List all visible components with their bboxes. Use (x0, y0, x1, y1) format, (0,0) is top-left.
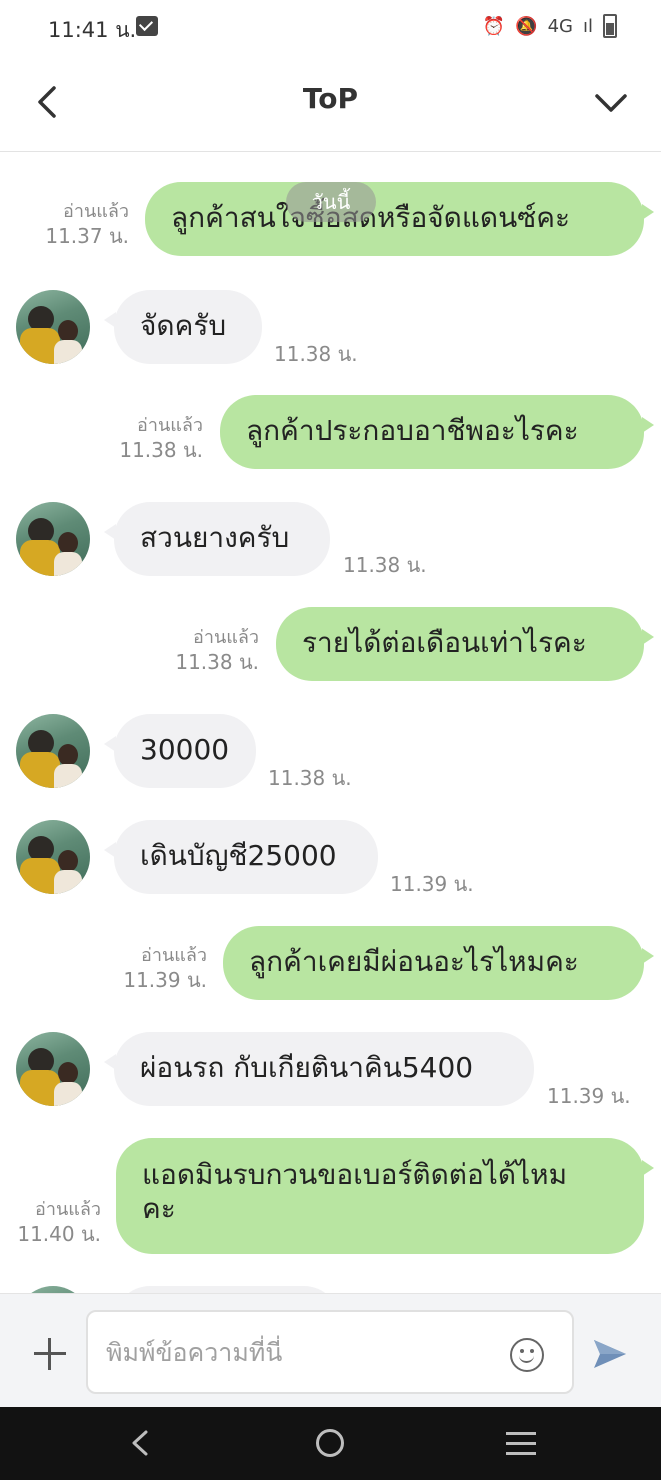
signal-icon: ıl (582, 15, 593, 37)
message-time: 11.40 น. (17, 1222, 101, 1246)
message-time: 11.37 น. (45, 224, 129, 248)
read-receipt: อ่านแล้ว (141, 945, 207, 966)
read-receipt: อ่านแล้ว (35, 1199, 101, 1220)
message-time: 11.39 น. (123, 968, 207, 992)
incoming-message[interactable]: เดินบัญชี25000 (114, 820, 378, 894)
outgoing-message[interactable]: ลูกค้าประกอบอาชีพอะไรคะ (220, 395, 644, 469)
status-icons: ⏰ 🔕 4G ıl (483, 14, 617, 38)
message-input[interactable] (86, 1310, 574, 1394)
message-time: 11.38 น. (119, 438, 203, 462)
system-nav-bar (0, 1407, 661, 1480)
network-type: 4G (547, 15, 573, 37)
message-time: 11.39 น. (390, 872, 474, 896)
incoming-message[interactable] (114, 1286, 340, 1293)
message-meta: อ่านแล้ว 11.40 น. (8, 1198, 101, 1246)
send-icon (594, 1340, 626, 1368)
message-time: 11.39 น. (547, 1084, 631, 1108)
chevron-down-icon (595, 94, 627, 112)
outgoing-message[interactable]: รายได้ต่อเดือนเท่าไรคะ (276, 607, 644, 681)
send-button[interactable] (592, 1338, 628, 1370)
read-receipt: อ่านแล้ว (137, 415, 203, 436)
incoming-message[interactable]: ผ่อนรถ กับเกียตินาคิน5400 (114, 1032, 534, 1106)
avatar[interactable] (16, 502, 90, 576)
outgoing-message[interactable]: ลูกค้าสนใจซื้อสดหรือจัดแดนซ์คะ (145, 182, 644, 256)
battery-icon (603, 14, 617, 38)
message-time: 11.38 น. (268, 766, 352, 790)
bubble-tail (642, 204, 654, 220)
bubble-tail (642, 1160, 654, 1176)
avatar[interactable] (16, 1286, 90, 1293)
bubble-tail (642, 948, 654, 964)
incoming-message[interactable]: สวนยางครับ (114, 502, 330, 576)
message-time: 11.38 น. (175, 650, 259, 674)
header-menu-button[interactable] (591, 82, 631, 122)
read-receipt: อ่านแล้ว (63, 201, 129, 222)
bubble-tail (642, 417, 654, 433)
avatar[interactable] (16, 290, 90, 364)
message-time: 11.38 น. (274, 342, 358, 366)
chat-title[interactable]: ToP (0, 82, 661, 115)
outgoing-message[interactable]: แอดมินรบกวนขอเบอร์ติดต่อได้ไหม คะ (116, 1138, 644, 1254)
message-input-bar (0, 1293, 661, 1408)
message-meta: อ่านแล้ว 11.39 น. (114, 944, 207, 992)
status-time: 11:41 น. (48, 18, 137, 42)
message-meta: อ่านแล้ว 11.38 น. (110, 414, 203, 462)
plus-icon[interactable] (32, 1336, 68, 1372)
alarm-icon: ⏰ (482, 15, 506, 37)
incoming-message[interactable]: 30000 (114, 714, 256, 788)
status-bar: 11:41 น. ⏰ 🔕 4G ıl (0, 0, 661, 56)
mute-bell-icon: 🔕 (515, 15, 538, 37)
chat-area[interactable]: อ่านแล้ว 11.37 น. ลูกค้าสนใจซื้อสดหรือจั… (0, 152, 661, 1293)
mail-notification-icon (136, 16, 158, 36)
nav-back-icon[interactable] (128, 1429, 154, 1457)
avatar[interactable] (16, 1032, 90, 1106)
nav-home-icon[interactable] (316, 1429, 344, 1457)
avatar[interactable] (16, 820, 90, 894)
message-meta: อ่านแล้ว 11.38 น. (166, 626, 259, 674)
outgoing-message[interactable]: ลูกค้าเคยมีผ่อนอะไรไหมคะ (223, 926, 644, 1000)
smiley-icon[interactable] (510, 1338, 544, 1372)
date-pill: วันนี้ (286, 182, 376, 222)
read-receipt: อ่านแล้ว (193, 627, 259, 648)
incoming-message[interactable]: จัดครับ (114, 290, 262, 364)
message-time: 11.38 น. (343, 553, 427, 577)
bubble-tail (642, 629, 654, 645)
message-meta: อ่านแล้ว 11.37 น. (36, 200, 129, 248)
nav-recents-icon[interactable] (506, 1432, 536, 1456)
avatar[interactable] (16, 714, 90, 788)
chat-header: ToP (0, 56, 661, 152)
